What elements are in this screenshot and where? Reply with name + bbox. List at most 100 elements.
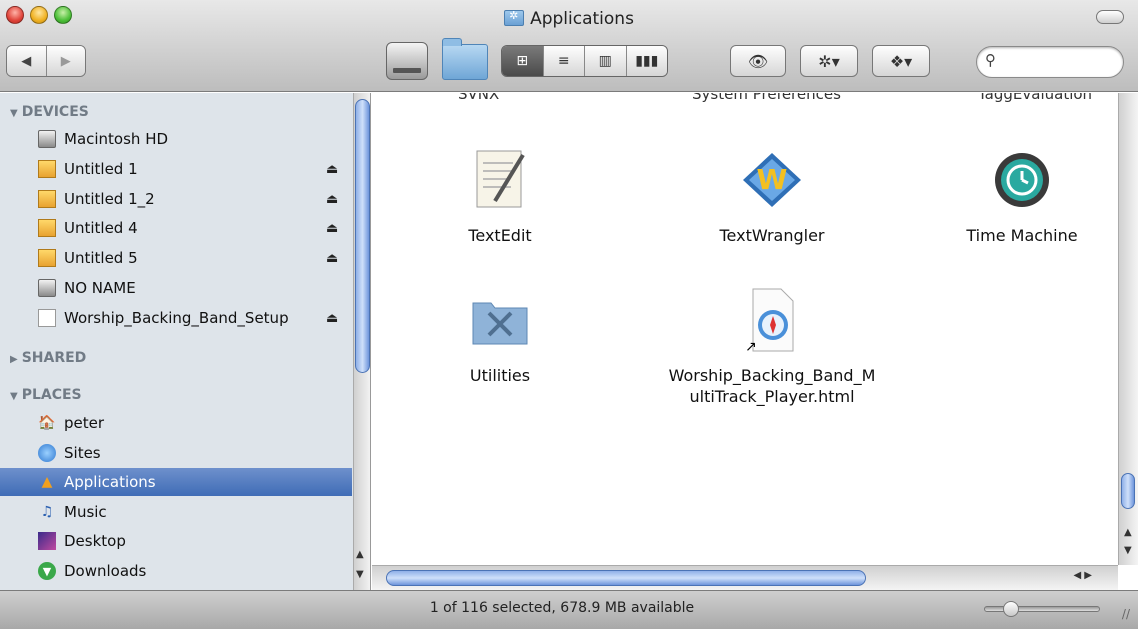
sidebar-item-applications[interactable]: ▲ Applications (0, 468, 352, 496)
scroll-down-arrow[interactable]: ▼ (1124, 545, 1132, 556)
svg-text:↗: ↗ (745, 339, 757, 355)
forward-button[interactable]: ▶ (45, 46, 85, 76)
slider-knob[interactable] (1003, 601, 1019, 617)
horizontal-scroll-arrows[interactable]: ◀ ▶ (1073, 570, 1092, 581)
column-view-button[interactable]: ▥ (584, 46, 626, 76)
back-button[interactable]: ◀ (7, 46, 46, 76)
file-item-label: Utilities (469, 366, 531, 385)
window-title: Applications (0, 9, 1138, 31)
list-view-button[interactable]: ≡ (542, 46, 584, 76)
toolbar: Applications ◀ ▶ ⊞ ≡ ▥ ▮▮▮ 👁 ✲▾ ❖▾ ⚲ (0, 0, 1138, 92)
textedit-icon (465, 145, 535, 215)
file-item-label: TextWrangler (719, 226, 825, 245)
sidebar-item-untitled-1[interactable]: Untitled 1 ⏏ (0, 155, 352, 183)
status-text: 1 of 116 selected, 678.9 MB available (429, 600, 695, 616)
search-icon: ⚲ (985, 51, 996, 69)
sidebar-item-label: Desktop (64, 532, 126, 550)
hard-drive-icon (38, 130, 56, 148)
coverflow-view-button[interactable]: ▮▮▮ (625, 46, 667, 76)
time-machine-icon (987, 145, 1057, 215)
sidebar-item-desktop[interactable]: Desktop (0, 527, 352, 555)
scroll-up-arrow[interactable]: ▲ (1124, 527, 1132, 538)
file-item-worship-player[interactable]: ↗ Worship_Backing_Band_M ultiTrack_Playe… (647, 285, 897, 407)
status-bar: 1 of 116 selected, 678.9 MB available // (0, 590, 1138, 629)
sidebar-item-untitled-1-2[interactable]: Untitled 1_2 ⏏ (0, 185, 352, 213)
file-item-textwrangler[interactable]: W TextWrangler (662, 145, 882, 246)
devices-header-label: DEVICES (21, 104, 89, 120)
hard-drive-toolbar-icon[interactable] (386, 42, 428, 80)
shared-header[interactable]: ▶ SHARED (10, 350, 86, 366)
file-item-utilities[interactable]: Utilities (390, 285, 610, 386)
horizontal-scroll-thumb[interactable] (386, 570, 866, 586)
window-title-text: Applications (530, 9, 634, 29)
quicklook-button[interactable]: 👁 (730, 45, 786, 77)
sidebar-item-untitled-5[interactable]: Untitled 5 ⏏ (0, 244, 352, 272)
sidebar-item-label: Untitled 1_2 (64, 190, 155, 208)
devices-header[interactable]: ▼ DEVICES (10, 104, 89, 120)
item-label-partial[interactable]: TaggEvaluation (978, 93, 1092, 103)
sidebar-item-peter[interactable]: 🏠 peter (0, 409, 352, 437)
eject-icon[interactable]: ⏏ (326, 162, 338, 177)
scroll-down-arrow[interactable]: ▼ (356, 569, 364, 580)
disk-image-icon (38, 249, 56, 267)
sidebar-item-label: Worship_Backing_Band_Setup (64, 309, 289, 327)
file-item-label: Time Machine (966, 226, 1078, 245)
desktop-icon (38, 532, 56, 550)
places-header[interactable]: ▼ PLACES (10, 387, 82, 403)
globe-icon (38, 444, 56, 462)
content-vertical-scrollbar[interactable]: ▲ ▼ (1118, 93, 1138, 565)
action-menu-button[interactable]: ✲▾ (800, 45, 858, 77)
sidebar-scrollbar[interactable]: ▲ ▼ (353, 93, 370, 590)
eject-icon[interactable]: ⏏ (326, 192, 338, 207)
sidebar-scroll-thumb[interactable] (355, 99, 370, 373)
scroll-up-arrow[interactable]: ▲ (356, 549, 364, 560)
search-input[interactable] (1005, 52, 1115, 72)
sidebar-item-label: Music (64, 503, 107, 521)
sidebar-item-untitled-4[interactable]: Untitled 4 ⏏ (0, 214, 352, 242)
dropbox-menu-button[interactable]: ❖▾ (872, 45, 930, 77)
file-item-textedit[interactable]: TextEdit (390, 145, 610, 246)
sidebar-item-label: Sites (64, 444, 101, 462)
file-item-label: TextEdit (468, 226, 532, 245)
shared-header-label: SHARED (21, 350, 87, 366)
sidebar-item-sites[interactable]: Sites (0, 439, 352, 467)
item-label-partial[interactable]: SVNX (458, 93, 499, 103)
folder-toolbar-icon[interactable] (442, 38, 488, 80)
eye-icon: 👁 (747, 51, 769, 71)
sidebar-item-macintosh-hd[interactable]: Macintosh HD (0, 125, 352, 153)
sidebar: ▼ DEVICES Macintosh HD Untitled 1 ⏏ Untitl… (0, 93, 371, 590)
sidebar-item-downloads[interactable]: ▼ Downloads (0, 557, 352, 585)
toolbar-toggle-button[interactable] (1096, 10, 1124, 24)
disk-image-icon (38, 160, 56, 178)
applications-icon: ▲ (41, 474, 53, 490)
applications-folder-icon (504, 9, 525, 26)
svg-text:W: W (757, 163, 788, 196)
file-grid: SVNX System Preferences TaggEvaluation T… (372, 93, 1118, 565)
view-mode-group: ⊞ ≡ ▥ ▮▮▮ (501, 45, 668, 77)
sidebar-item-label: NO NAME (64, 279, 136, 297)
gear-icon: ✲▾ (818, 51, 840, 71)
textwrangler-icon: W (737, 145, 807, 215)
eject-icon[interactable]: ⏏ (326, 311, 338, 326)
back-forward-group: ◀ ▶ (6, 45, 86, 77)
sidebar-item-label: Untitled 5 (64, 249, 138, 267)
sidebar-item-worship-setup[interactable]: Worship_Backing_Band_Setup ⏏ (0, 304, 352, 332)
document-icon (38, 309, 56, 327)
file-item-time-machine[interactable]: Time Machine (912, 145, 1118, 246)
sidebar-item-label: peter (64, 414, 105, 432)
search-field[interactable]: ⚲ (976, 46, 1124, 78)
icon-size-slider[interactable] (984, 601, 1100, 617)
sidebar-item-music[interactable]: ♫ Music (0, 498, 352, 526)
resize-grip-icon[interactable]: // (1122, 607, 1130, 621)
icon-view-button[interactable]: ⊞ (502, 46, 543, 76)
disk-image-icon (38, 219, 56, 237)
content-horizontal-scrollbar[interactable]: ◀ ▶ (372, 565, 1118, 590)
sidebar-item-no-name[interactable]: NO NAME (0, 274, 352, 302)
eject-icon[interactable]: ⏏ (326, 221, 338, 236)
places-header-label: PLACES (21, 387, 82, 403)
sidebar-item-label: Untitled 4 (64, 219, 138, 237)
vertical-scroll-thumb[interactable] (1121, 473, 1135, 509)
item-label-partial[interactable]: System Preferences (692, 93, 841, 103)
eject-icon[interactable]: ⏏ (326, 251, 338, 266)
sidebar-item-label: Downloads (64, 562, 147, 580)
